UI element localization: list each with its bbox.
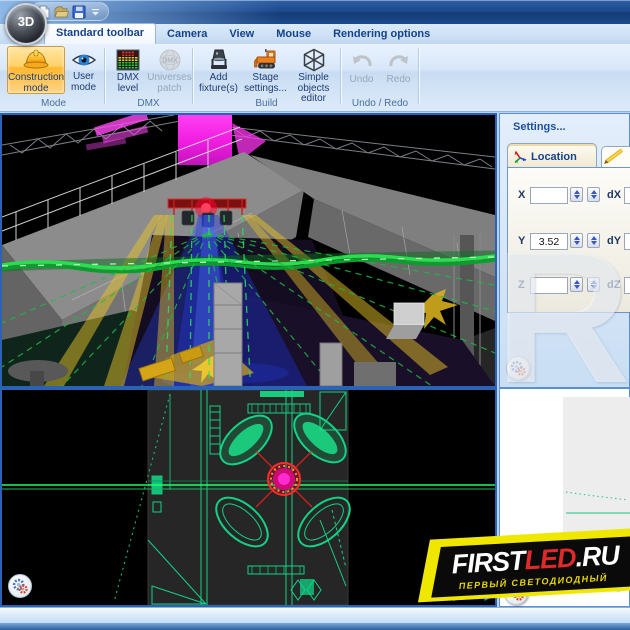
dz-input[interactable] [624,277,630,294]
application-button[interactable]: 3D [5,3,47,45]
tab-standard-toolbar[interactable]: Standard toolbar [44,23,156,44]
redo-button[interactable]: Redo [381,46,416,94]
svg-text:DMX: DMX [162,58,178,65]
viewport-settings-gear-button[interactable] [8,574,32,598]
firstled-logo: FIRSTLED.RU ПЕРВЫЙ СВЕТОДИОДНЫЙ [422,528,630,610]
pencil-icon [602,147,628,165]
qat-customize-button[interactable] [89,4,102,20]
x-label: X [518,189,525,201]
stage-3d-scene [2,115,495,386]
wireframe-cube-icon [302,48,326,72]
dz-label: dZ [607,279,620,291]
viewport-3d-perspective[interactable] [0,113,497,388]
x-fine-spinner[interactable] [587,187,600,202]
bulldozer-icon [253,48,279,72]
plan-detail-blob [300,579,314,595]
universes-patch-button[interactable]: DMX Universes patch [149,46,190,94]
group-label-dmx: DMX [106,98,191,109]
open-folder-icon [54,5,69,18]
title-bar [0,0,630,24]
user-mode-button[interactable]: User mode [66,46,101,94]
y-spinner[interactable] [570,233,583,248]
user-mode-label: User mode [67,72,100,93]
eye-icon [71,48,97,71]
group-separator [192,48,193,104]
location-groupbox: X dX Y dY Z dZ [507,167,630,313]
z-input[interactable] [530,277,568,294]
y-coordinate-row: Y dY [508,233,630,250]
gears-icon [11,577,29,595]
stage-settings-button[interactable]: Stage settings... [243,46,288,94]
universes-patch-label: Universes patch [147,73,191,94]
tab-location-label: Location [531,151,577,163]
z-coordinate-row: Z dZ [508,277,630,294]
z-label: Z [518,279,525,291]
x-input[interactable] [530,187,568,204]
dmx-level-label: DMX level [109,73,147,94]
ribbon-tab-row: Standard toolbar Camera View Mouse Rende… [0,24,630,44]
dmx-meter-icon [116,48,140,72]
construction-mode-button[interactable]: Construction mode [7,46,65,94]
y-label: Y [518,235,525,247]
tab-view[interactable]: View [218,25,265,44]
dmx-globe-icon: DMX [158,48,182,72]
status-bar [0,607,630,623]
settings-panel-title: Settings... [513,121,566,133]
tab-rendering-options[interactable]: Rendering options [322,25,441,44]
save-diskette-icon [72,5,86,19]
redo-label: Redo [387,75,411,86]
group-label-undo-redo: Undo / Redo [342,98,418,109]
ribbon-group-build: Add fixture(s) Stage settings... [194,45,339,109]
ribbon: Construction mode User mode Mode [0,44,630,112]
undo-arrow-icon [350,48,374,74]
y-input[interactable] [530,233,568,250]
add-fixture-button[interactable]: Add fixture(s) [196,46,241,94]
settings-panel: Settings... Location X [499,113,630,388]
stage-plan-wireframe [2,390,495,605]
window-bottom-edge [0,623,630,630]
group-separator [340,48,341,104]
y-fine-spinner[interactable] [587,233,600,248]
dx-label: dX [607,189,621,201]
stage-fixture-icon [207,48,231,72]
simple-objects-editor-button[interactable]: Simple objects editor [289,46,338,94]
plan-label-blob [260,391,304,397]
open-file-button[interactable] [54,4,69,20]
ribbon-group-mode: Construction mode User mode Mode [4,45,103,109]
dmx-level-button[interactable]: DMX level [108,46,148,94]
tab-location[interactable]: Location [507,143,597,168]
panel-settings-gear-button[interactable] [506,356,530,380]
dy-label: dY [607,235,621,247]
tab-rotation[interactable] [601,146,630,168]
chevron-down-icon [91,7,100,17]
gears-icon [509,359,527,377]
z-fine-spinner[interactable] [587,277,600,292]
group-label-mode: Mode [4,98,103,109]
construction-mode-label: Construction mode [8,73,64,94]
dy-input[interactable] [624,233,630,250]
x-coordinate-row: X dX [508,187,630,204]
ribbon-group-undo-redo: Undo Redo Undo / Redo [342,45,418,109]
group-label-build: Build [194,98,339,109]
ribbon-group-dmx: DMX level DMX Universes patch DMX [106,45,191,109]
redo-arrow-icon [387,48,411,74]
x-spinner[interactable] [570,187,583,202]
axes-icon [513,150,527,164]
stage-settings-label: Stage settings... [244,73,287,94]
z-spinner[interactable] [570,277,583,292]
tab-camera[interactable]: Camera [156,25,218,44]
save-button[interactable] [72,4,86,20]
group-separator [104,48,105,104]
dx-input[interactable] [624,187,630,204]
undo-button[interactable]: Undo [344,46,379,94]
add-fixture-label: Add fixture(s) [197,73,240,94]
undo-label: Undo [350,75,374,86]
hard-hat-icon [23,48,49,72]
tab-mouse[interactable]: Mouse [265,25,322,44]
group-separator [418,48,419,104]
